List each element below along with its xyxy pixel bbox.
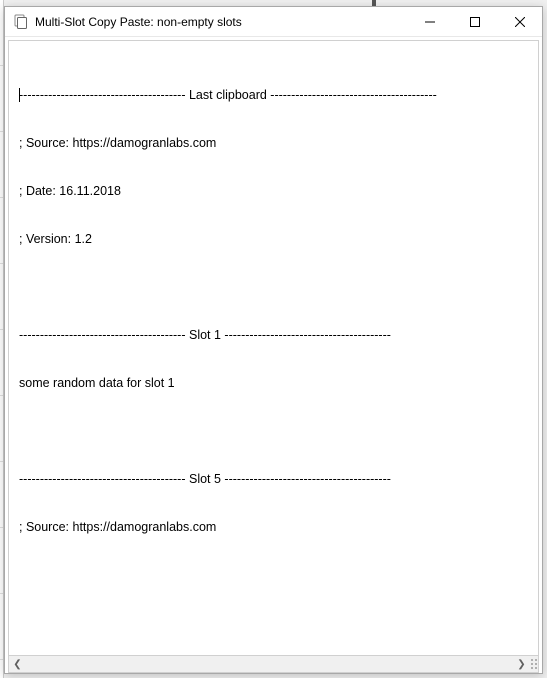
app-window: Multi-Slot Copy Paste: non-empty slots -… <box>4 6 543 674</box>
section-header-slot-5: ----------------------------------------… <box>19 471 528 487</box>
clipboard-line: ; Version: 1.2 <box>19 231 528 247</box>
maximize-button[interactable] <box>452 7 497 37</box>
clipboard-line: ; Source: https://damogranlabs.com <box>19 135 528 151</box>
section-header-last-clipboard: ----------------------------------------… <box>19 87 528 103</box>
scroll-left-arrow-icon[interactable]: ❮ <box>9 656 26 673</box>
app-icon <box>13 14 29 30</box>
window-title: Multi-Slot Copy Paste: non-empty slots <box>35 15 407 29</box>
content-area: ----------------------------------------… <box>5 37 542 673</box>
scrollbar-track[interactable] <box>26 656 513 673</box>
horizontal-scrollbar[interactable]: ❮ ❯ <box>8 656 539 673</box>
titlebar[interactable]: Multi-Slot Copy Paste: non-empty slots <box>5 7 542 37</box>
slot5-line: ; Source: https://damogranlabs.com <box>19 519 528 535</box>
clipboard-line: ; Date: 16.11.2018 <box>19 183 528 199</box>
section-header-slot-1: ----------------------------------------… <box>19 327 528 343</box>
slot1-line: some random data for slot 1 <box>19 375 528 391</box>
text-editor[interactable]: ----------------------------------------… <box>8 40 539 656</box>
blank-line <box>19 423 528 439</box>
resize-grip-icon[interactable] <box>530 656 538 673</box>
minimize-button[interactable] <box>407 7 452 37</box>
scroll-right-arrow-icon[interactable]: ❯ <box>513 656 530 673</box>
close-button[interactable] <box>497 7 542 37</box>
blank-line <box>19 279 528 295</box>
